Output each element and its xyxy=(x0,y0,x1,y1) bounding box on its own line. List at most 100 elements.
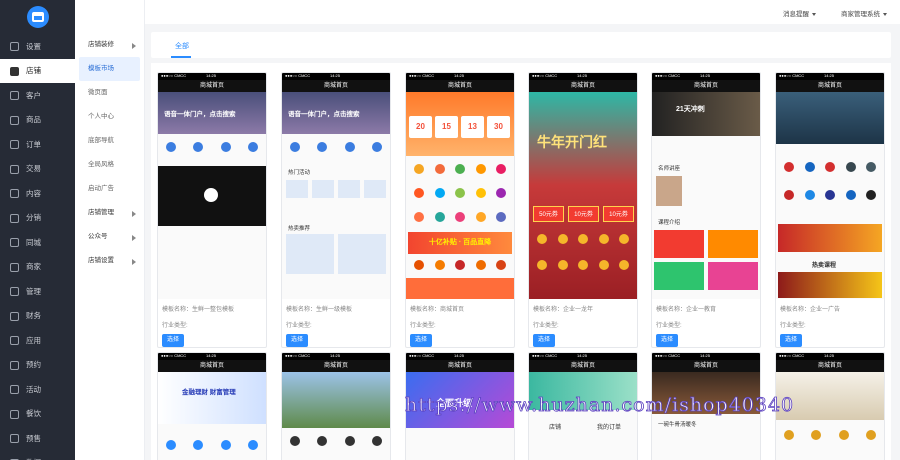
sidebar-item-order[interactable]: 订单 xyxy=(0,132,75,157)
sidebar-item-finance[interactable]: 财务 xyxy=(0,304,75,329)
gear-icon xyxy=(10,42,19,51)
sidebar-item-trade[interactable]: 交易 xyxy=(0,157,75,182)
store-logo-icon[interactable] xyxy=(26,6,49,28)
select-template-button[interactable]: 选择 xyxy=(780,334,802,347)
sidebar-item-label: 分销 xyxy=(26,213,41,223)
section-title: 课程介绍 xyxy=(658,220,681,226)
banner-image xyxy=(776,92,884,144)
sidebar-item-store[interactable]: 店铺 xyxy=(0,58,75,83)
play-icon xyxy=(204,188,218,202)
banner-text: 金融理财 财富管理 xyxy=(182,389,236,396)
icon-row xyxy=(784,430,876,440)
sidebar-item-label: 管理 xyxy=(26,286,41,296)
carrier-text: ●●●○○ CMCC xyxy=(409,73,435,78)
sidebar-item-activity[interactable]: 活动 xyxy=(0,377,75,402)
banner-image xyxy=(652,92,760,136)
category-icon xyxy=(598,260,609,270)
category-icon xyxy=(537,234,547,244)
sidebar-item-goods[interactable]: 商品 xyxy=(0,108,75,133)
category-icon xyxy=(557,260,568,270)
submenu-item[interactable]: 启动广告 xyxy=(75,177,144,201)
app-title: 商城首页 xyxy=(282,80,390,92)
sidebar-item-dining[interactable]: 餐饮 xyxy=(0,402,75,427)
category-icon xyxy=(598,234,609,244)
category-icon xyxy=(496,164,506,174)
select-template-button[interactable]: 选择 xyxy=(410,334,432,347)
template-name: 模板名称：企业一广告 xyxy=(780,307,841,313)
select-template-button[interactable]: 选择 xyxy=(162,334,184,347)
submenu-item[interactable]: 店铺装修 xyxy=(75,33,144,57)
sidebar-item-content[interactable]: 内容 xyxy=(0,181,75,206)
sidebar-item-share[interactable]: 分销 xyxy=(0,206,75,231)
phone-screen: 21天冲刺 名师讲座 课程介绍 xyxy=(652,92,760,299)
icon-row xyxy=(414,188,506,198)
sidebar-item-apps[interactable]: 应用 xyxy=(0,328,75,353)
banner-text: 语音一体门户，点击搜索 xyxy=(164,111,236,118)
submenu-item[interactable]: 全局风格 xyxy=(75,153,144,177)
category-icon xyxy=(455,164,465,174)
phone-status-bar: ●●●○○ CMCC 14:25 xyxy=(282,73,390,80)
sidebar-item-manage[interactable]: 管理 xyxy=(0,279,75,304)
carrier-text: ●●●○○ CMCC xyxy=(409,353,435,358)
sidebar-item-label: 设置 xyxy=(26,41,41,51)
phone-screen: 金融理财 财富管理 xyxy=(158,372,266,460)
sidebar-item-city[interactable]: 同城 xyxy=(0,230,75,255)
sidebar-item-data[interactable]: 数据 xyxy=(0,451,75,460)
section-title: 名师讲座 xyxy=(658,166,681,172)
submenu-item[interactable]: 公众号 xyxy=(75,225,144,249)
category-icon xyxy=(811,430,822,440)
tab-bar: 全部 xyxy=(151,32,891,58)
notice-dropdown[interactable]: 消息提醒 xyxy=(783,8,816,18)
category-icon xyxy=(496,212,506,222)
submenu-item[interactable]: 店铺管理 xyxy=(75,201,144,225)
phone-status-bar: ●●●○○ CMCC 14:25 xyxy=(652,353,760,360)
sidebar-item-merchant[interactable]: 商家 xyxy=(0,255,75,280)
icon-row xyxy=(784,190,876,200)
chevron-right-icon xyxy=(132,211,136,217)
phone-status-bar: ●●●○○ CMCC 14:25 xyxy=(776,73,884,80)
category-icon xyxy=(845,190,856,200)
time-text: 14:25 xyxy=(824,353,835,358)
select-template-button[interactable]: 选择 xyxy=(286,334,308,347)
submenu-item[interactable]: 底部导航 xyxy=(75,129,144,153)
submenu-item[interactable]: 模板市场 xyxy=(79,57,140,81)
time-text: 14:25 xyxy=(206,73,217,78)
category-icon xyxy=(434,188,445,198)
time-text: 14:25 xyxy=(700,353,711,358)
select-template-button[interactable]: 选择 xyxy=(533,334,555,347)
content-icon xyxy=(10,189,19,198)
phone-status-bar: ●●●○○ CMCC 14:25 xyxy=(158,353,266,360)
submenu-item-label: 微页面 xyxy=(88,89,108,96)
coupon: 50元券 xyxy=(533,206,564,222)
tab-all[interactable]: 全部 xyxy=(175,41,189,51)
template-preview: ●●●○○ CMCC 14:25 商城首页 语音一体门户，点击搜索 xyxy=(158,73,266,299)
submenu-item[interactable]: 微页面 xyxy=(75,81,144,105)
template-preview: ●●●○○ CMCC 14:25 商城首页 21天冲刺 名师讲座 课程介绍 xyxy=(652,73,760,299)
time-text: 14:25 xyxy=(700,73,711,78)
account-dropdown[interactable]: 商家管理系统 xyxy=(841,8,887,18)
submenu-item-label: 模板市场 xyxy=(88,65,114,72)
category-icon xyxy=(220,440,231,450)
course-banner xyxy=(654,262,704,290)
sidebar-item-presale[interactable]: 预售 xyxy=(0,426,75,451)
sidebar-item-label: 预约 xyxy=(26,360,41,370)
template-name: 模板名称：商城首页 xyxy=(410,307,465,313)
select-template-button[interactable]: 选择 xyxy=(656,334,678,347)
category-icon xyxy=(247,440,258,450)
category-icon xyxy=(455,188,465,198)
category-icon xyxy=(475,164,486,174)
sidebar-item-booking[interactable]: 预约 xyxy=(0,353,75,378)
submenu-item[interactable]: 个人中心 xyxy=(75,105,144,129)
phone-status-bar: ●●●○○ CMCC 14:25 xyxy=(282,353,390,360)
icon-row xyxy=(414,260,506,270)
submenu-item[interactable]: 店铺设置 xyxy=(75,249,144,273)
time-text: 14:25 xyxy=(330,353,341,358)
icon-row xyxy=(414,164,506,174)
chevron-down-icon xyxy=(812,12,816,16)
banner-image xyxy=(282,372,390,428)
sidebar-item-gear[interactable]: 设置 xyxy=(0,34,75,59)
sidebar-item-user[interactable]: 客户 xyxy=(0,83,75,108)
category-icon xyxy=(578,234,588,244)
category-icon xyxy=(371,142,382,152)
category-icon xyxy=(537,260,547,270)
